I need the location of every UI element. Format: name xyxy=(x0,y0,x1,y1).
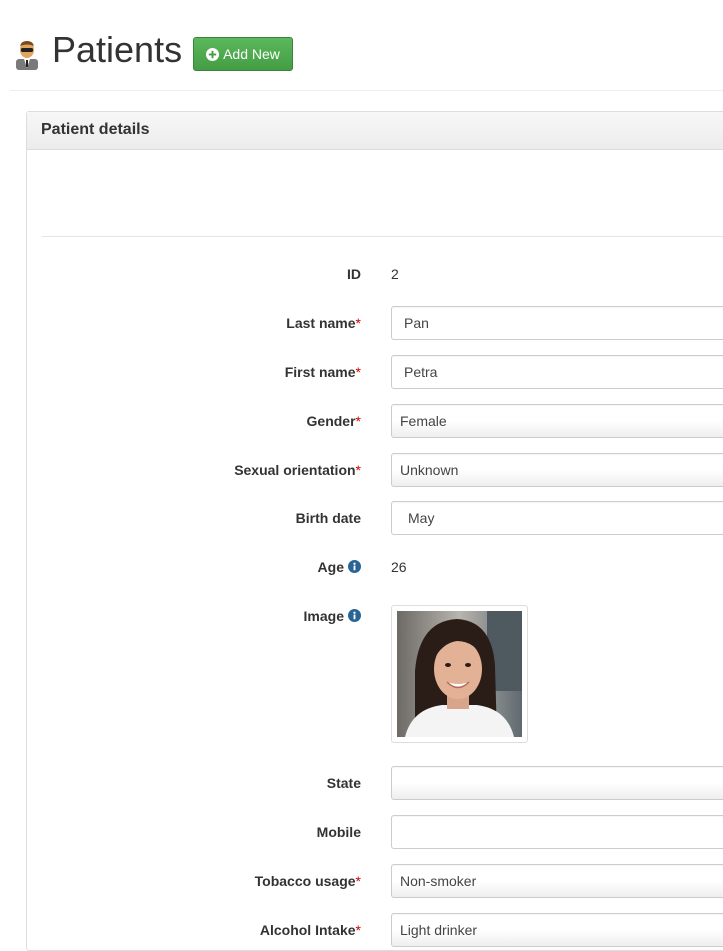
info-circle-icon[interactable] xyxy=(348,609,361,622)
page-header: Patients Add New xyxy=(0,0,723,92)
state-select[interactable] xyxy=(391,766,723,800)
alcohol-intake-label: Alcohol Intake* xyxy=(259,922,361,938)
id-label: ID xyxy=(347,266,361,282)
mobile-label: Mobile xyxy=(316,824,361,840)
first-name-label: First name* xyxy=(284,364,361,380)
last-name-label: Last name* xyxy=(286,315,361,331)
tobacco-usage-label: Tobacco usage* xyxy=(254,873,361,889)
gender-select[interactable]: Female xyxy=(391,404,723,438)
panel-divider xyxy=(42,236,723,237)
tobacco-usage-select[interactable]: Non-smoker xyxy=(391,864,723,898)
add-new-label: Add New xyxy=(223,46,280,62)
patient-photo[interactable] xyxy=(391,605,528,743)
birth-date-label: Birth date xyxy=(295,510,361,526)
last-name-field[interactable]: Pan xyxy=(391,306,723,340)
panel-heading: Patient details xyxy=(27,112,723,150)
sexual-orientation-label: Sexual orientation* xyxy=(234,462,361,478)
id-value: 2 xyxy=(391,266,399,282)
add-new-button[interactable]: Add New xyxy=(193,37,293,71)
plus-circle-icon xyxy=(206,47,220,61)
info-circle-icon[interactable] xyxy=(348,560,361,573)
image-label: Image xyxy=(304,606,361,626)
mobile-field[interactable] xyxy=(391,815,723,849)
age-label: Age xyxy=(318,557,361,577)
alcohol-intake-select[interactable]: Light drinker xyxy=(391,913,723,947)
sexual-orientation-select[interactable]: Unknown xyxy=(391,453,723,487)
state-label: State xyxy=(326,775,361,791)
gender-label: Gender* xyxy=(306,413,361,429)
doctor-avatar-icon xyxy=(16,41,38,70)
page-title: Patients xyxy=(52,29,183,70)
age-value: 26 xyxy=(391,559,407,575)
header-divider xyxy=(10,90,723,91)
patient-portrait-image xyxy=(397,611,522,737)
first-name-field[interactable]: Petra xyxy=(391,355,723,389)
birth-date-field[interactable]: May xyxy=(391,501,723,535)
